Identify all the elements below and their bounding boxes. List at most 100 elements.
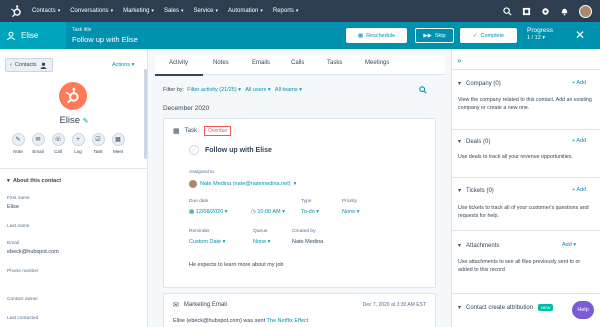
back-to-contacts-button[interactable]: ‹ Contacts — [5, 58, 53, 72]
close-icon[interactable]: ✕ — [575, 29, 585, 41]
log-action[interactable]: + Log — [71, 133, 85, 154]
email-link[interactable]: The Netflix Effect — [267, 318, 309, 324]
tickets-section-toggle[interactable]: ▾ Tickets (0) — [458, 187, 494, 195]
skip-button[interactable]: ▶▶ Skip — [415, 28, 454, 43]
due-time-picker[interactable]: ◷ 10:00 AM ▾ — [251, 209, 285, 215]
deals-description: Use deals to track all your revenue oppo… — [458, 154, 573, 160]
task-title-label: Task title — [72, 27, 92, 33]
calendar-icon: ▦ — [173, 128, 180, 135]
reminder-dropdown[interactable]: Custom Date ▾ — [189, 239, 225, 245]
task-type: Task — [184, 128, 197, 134]
company-section-toggle[interactable]: ▾ Company (0) — [458, 80, 501, 88]
note-icon: ✎ — [11, 133, 25, 146]
assigned-dropdown[interactable]: Nate Medina (nate@natemedina.net) ▾ — [189, 180, 296, 188]
nav-sales[interactable]: Sales ▾ — [164, 8, 184, 14]
task-queue-bar: Elise Task title Follow up with Elise ▦ R… — [0, 22, 600, 49]
record-tab[interactable]: Elise — [0, 22, 66, 49]
hubspot-logo-icon[interactable] — [8, 3, 24, 19]
help-button[interactable]: Help — [572, 301, 594, 319]
due-date-picker[interactable]: ▦ 12/08/2020 ▾ — [189, 209, 228, 215]
marketing-email-card[interactable]: ✉ Marketing Email Dec 7, 2020 at 3:30 AM… — [163, 293, 436, 327]
nav-service[interactable]: Service ▾ — [193, 8, 218, 14]
deals-section: ▾ Deals (0) + Add Use deals to track all … — [452, 129, 600, 177]
priority-dropdown[interactable]: None ▾ — [342, 209, 359, 215]
contact-icon — [6, 31, 16, 40]
field-first-name[interactable]: First name Elise — [7, 196, 30, 210]
deals-section-toggle[interactable]: ▾ Deals (0) — [458, 138, 490, 146]
all-users-dropdown[interactable]: All users ▾ — [245, 87, 270, 93]
search-icon[interactable] — [503, 6, 512, 16]
queue-dropdown[interactable]: None ▾ — [253, 239, 270, 245]
tab-calls[interactable]: Calls — [291, 60, 304, 66]
contact-icon — [39, 62, 47, 69]
active-tab-indicator — [155, 74, 203, 76]
tab-meetings[interactable]: Meetings — [365, 60, 389, 66]
email-icon: ✉ — [173, 302, 179, 309]
tab-emails[interactable]: Emails — [252, 60, 270, 66]
marketplace-icon[interactable] — [522, 7, 531, 16]
meet-action[interactable]: ▦ Meet — [111, 133, 125, 154]
attachments-section: ▾ Attachments Add ▾ Use attachments to se… — [452, 230, 600, 293]
field-email[interactable]: Email ebeck@hubspot.com — [7, 241, 59, 255]
field-phone[interactable]: Phone number — [7, 269, 38, 277]
filter-bar: Filter by: Filter activity (21/25) ▾ All… — [163, 87, 302, 93]
search-icon[interactable] — [419, 86, 427, 96]
add-deal-button[interactable]: + Add — [572, 138, 586, 144]
attribution-section-toggle[interactable]: ▾ Contact create attribution NEW — [458, 304, 554, 311]
check-icon: ✓ — [472, 32, 478, 39]
task-title: Follow up with Elise — [72, 35, 138, 44]
complete-checkbox[interactable]: ✓ — [189, 145, 199, 155]
email-icon: ✉ — [31, 133, 45, 146]
field-contact-owner[interactable]: Contact owner — [7, 297, 38, 305]
attachments-description: Use attachments to see all files previou… — [458, 259, 581, 273]
field-last-contacted[interactable]: Last contacted — [7, 316, 38, 324]
activity-tabs: Activity Notes Emails Calls Tasks Meetin… — [155, 55, 445, 76]
nav-conversations[interactable]: Conversations ▾ — [70, 8, 113, 14]
nav-automation[interactable]: Automation ▾ — [228, 8, 263, 14]
user-avatar[interactable] — [579, 4, 592, 18]
top-navigation: Contacts ▾ Conversations ▾ Marketing ▾ Sale… — [0, 0, 600, 22]
email-action[interactable]: ✉ Email — [31, 133, 45, 154]
tab-activity[interactable]: Activity — [169, 60, 188, 66]
calendar-icon: ▦ — [111, 133, 125, 146]
nav-contacts[interactable]: Contacts ▾ — [32, 8, 60, 14]
add-ticket-button[interactable]: + Add — [572, 187, 586, 193]
company-description: View the company related to this contact… — [458, 97, 592, 111]
note-action[interactable]: ✎ Note — [11, 133, 25, 154]
gear-icon[interactable] — [541, 7, 550, 16]
due-date-label: Due date — [189, 199, 209, 204]
company-section: ▾ Company (0) + Add View the company rela… — [452, 69, 600, 129]
expand-icon[interactable]: » — [457, 56, 461, 65]
task-card[interactable]: ▦ Task Overdue ✓ Follow up with Elise As… — [163, 118, 436, 288]
reschedule-button[interactable]: ▦ Reschedule — [346, 28, 407, 43]
actions-dropdown[interactable]: Actions ▾ — [112, 62, 134, 68]
add-attachment-button[interactable]: Add ▾ — [562, 242, 576, 248]
all-teams-dropdown[interactable]: All teams ▾ — [275, 87, 302, 93]
attachments-section-toggle[interactable]: ▾ Attachments — [458, 242, 499, 250]
field-last-name[interactable]: Last name — [7, 224, 29, 232]
tab-notes[interactable]: Notes — [213, 60, 229, 66]
record-name: Elise — [21, 31, 39, 40]
filter-activity-dropdown[interactable]: Filter activity (21/25) ▾ — [187, 87, 241, 93]
email-type: Marketing Email — [183, 302, 227, 308]
nav-marketing[interactable]: Marketing ▾ — [123, 8, 154, 14]
associations-sidebar: » ▾ Company (0) + Add View the company re… — [451, 49, 600, 327]
scrollbar[interactable] — [144, 69, 147, 159]
plus-icon: + — [71, 133, 85, 146]
priority-label: Priority — [342, 199, 357, 204]
new-badge: NEW — [538, 304, 554, 311]
about-section-toggle[interactable]: ▾ About this contact — [7, 178, 61, 184]
tab-tasks[interactable]: Tasks — [327, 60, 342, 66]
reminder-label: Reminder — [189, 229, 210, 234]
nav-reports[interactable]: Reports ▾ — [273, 8, 299, 14]
complete-button[interactable]: ✓ Complete — [460, 28, 517, 43]
type-dropdown[interactable]: To-do ▾ — [301, 209, 319, 215]
avatar — [189, 180, 197, 188]
task-action[interactable]: ☑ Task — [91, 133, 105, 154]
pencil-icon[interactable]: ✎ — [83, 118, 89, 125]
call-action[interactable]: ☏ Call — [51, 133, 65, 154]
email-summary: Elise (ebeck@hubspot.com) was sent The N… — [173, 318, 309, 324]
bell-icon[interactable] — [560, 7, 569, 16]
add-company-button[interactable]: + Add — [572, 80, 586, 86]
phone-icon: ☏ — [51, 133, 65, 146]
